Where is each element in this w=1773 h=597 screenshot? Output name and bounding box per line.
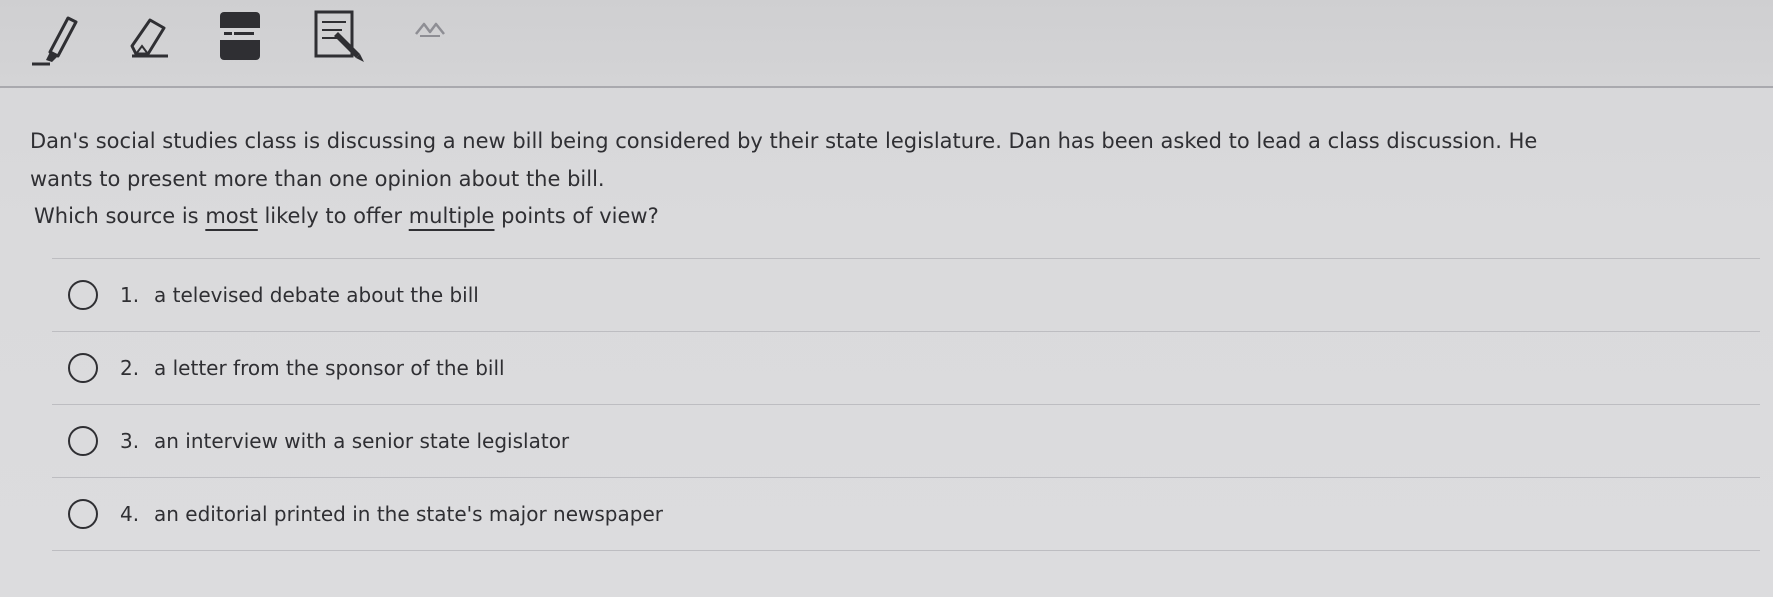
passage-line-2: wants to present more than one opinion a… <box>30 167 605 191</box>
notepad-tool-button[interactable] <box>308 6 372 70</box>
question-passage: Dan's social studies class is discussing… <box>30 122 1755 198</box>
choice-number: 1. <box>120 283 140 307</box>
prompt-text: points of view? <box>494 204 659 228</box>
choice-text: a televised debate about the bill <box>154 283 479 307</box>
prompt-emphasis-multiple: multiple <box>408 204 495 228</box>
line-reader-tool-button[interactable] <box>212 6 276 70</box>
prompt-text: Which source is <box>34 204 206 228</box>
choice-text: an interview with a senior state legisla… <box>154 429 570 453</box>
answer-choice-4[interactable]: 4. an editorial printed in the state's m… <box>52 477 1760 551</box>
question-prompt: Which source is most likely to offer mul… <box>34 201 659 231</box>
highlighter-tool-button[interactable] <box>28 6 92 70</box>
answer-choice-3[interactable]: 3. an interview with a senior state legi… <box>52 404 1760 477</box>
choice-number: 3. <box>120 429 140 453</box>
choice-number: 2. <box>120 356 140 380</box>
choice-text: an editorial printed in the state's majo… <box>154 502 663 526</box>
radio-button-4[interactable] <box>68 499 98 529</box>
passage-line-1: Dan's social studies class is discussing… <box>30 129 1538 153</box>
answer-choices: 1. a televised debate about the bill 2. … <box>52 258 1760 551</box>
choice-text: a letter from the sponsor of the bill <box>154 356 505 380</box>
radio-button-3[interactable] <box>68 426 98 456</box>
question-area: Dan's social studies class is discussing… <box>0 88 1773 597</box>
choice-number: 4. <box>120 502 140 526</box>
prompt-emphasis-most: most <box>205 204 258 228</box>
answer-choice-1[interactable]: 1. a televised debate about the bill <box>52 258 1760 331</box>
notepad-icon <box>314 10 364 62</box>
eraser-icon <box>130 18 168 58</box>
line-reader-icon <box>220 12 260 60</box>
radio-button-1[interactable] <box>68 280 98 310</box>
eraser-tool-button[interactable] <box>118 6 182 70</box>
prompt-text: likely to offer <box>257 204 409 228</box>
radio-button-2[interactable] <box>68 353 98 383</box>
answer-choice-2[interactable]: 2. a letter from the sponsor of the bill <box>52 331 1760 404</box>
zoom-tool-button[interactable] <box>402 6 466 70</box>
highlighter-icon <box>32 16 78 66</box>
zoom-icon <box>415 22 445 37</box>
toolbar <box>0 0 1773 88</box>
